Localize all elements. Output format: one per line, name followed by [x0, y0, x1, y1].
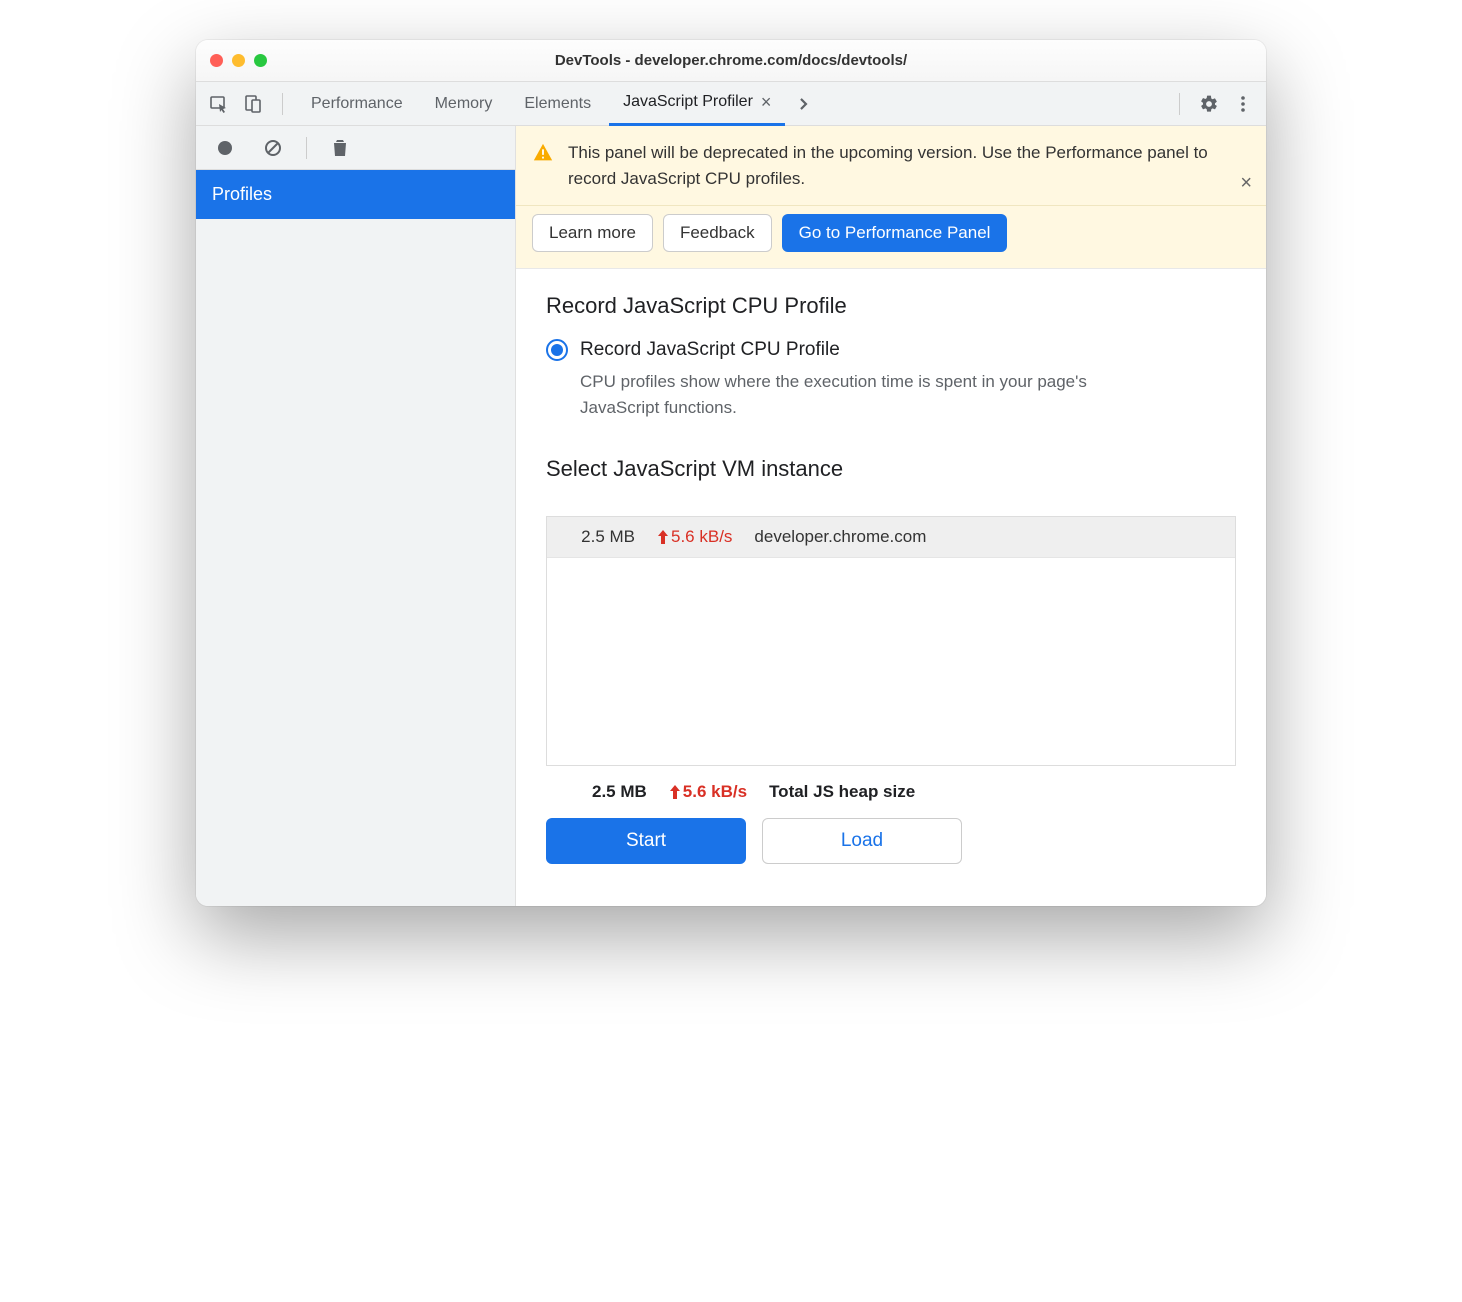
feedback-button[interactable]: Feedback [663, 214, 772, 252]
clear-icon[interactable] [258, 133, 288, 163]
toolbar-divider [282, 93, 283, 115]
device-toolbar-icon[interactable] [238, 89, 268, 119]
sidebar: Profiles [196, 126, 516, 906]
tab-label: Elements [524, 95, 591, 113]
toolbar-divider [1179, 93, 1180, 115]
close-banner-icon[interactable]: × [1240, 172, 1252, 195]
tab-performance[interactable]: Performance [297, 82, 417, 126]
arrow-up-icon [657, 530, 669, 544]
vm-instance-list: 2.5 MB 5.6 kB/s developer.chrome.com [546, 516, 1236, 766]
record-icon[interactable] [210, 133, 240, 163]
inspect-element-icon[interactable] [204, 89, 234, 119]
tab-label: Performance [311, 95, 403, 113]
vm-instance-row[interactable]: 2.5 MB 5.6 kB/s developer.chrome.com [547, 517, 1235, 558]
maximize-window-button[interactable] [254, 54, 267, 67]
tab-label: Memory [435, 95, 493, 113]
close-window-button[interactable] [210, 54, 223, 67]
more-tabs-icon[interactable] [789, 89, 819, 119]
vm-heading: Select JavaScript VM instance [546, 456, 1236, 482]
profile-heading: Record JavaScript CPU Profile [546, 293, 1236, 319]
deprecation-banner: This panel will be deprecated in the upc… [516, 126, 1266, 206]
vm-instance-name: developer.chrome.com [754, 527, 926, 547]
sidebar-item-label: Profiles [212, 184, 272, 204]
toolbar-divider [306, 137, 307, 159]
arrow-up-icon [669, 785, 681, 799]
learn-more-button[interactable]: Learn more [532, 214, 653, 252]
tab-label: JavaScript Profiler [623, 93, 753, 111]
settings-gear-icon[interactable] [1194, 89, 1224, 119]
vm-heap-rate: 5.6 kB/s [657, 527, 732, 547]
more-options-icon[interactable] [1228, 89, 1258, 119]
load-button[interactable]: Load [762, 818, 962, 864]
devtools-window: DevTools - developer.chrome.com/docs/dev… [196, 40, 1266, 906]
total-heap-size: 2.5 MB [592, 782, 647, 802]
profile-type-radio[interactable]: Record JavaScript CPU Profile [546, 339, 1236, 361]
main-toolbar: Performance Memory Elements JavaScript P… [196, 82, 1266, 126]
minimize-window-button[interactable] [232, 54, 245, 67]
sidebar-item-profiles[interactable]: Profiles [196, 170, 515, 219]
window-title: DevTools - developer.chrome.com/docs/dev… [196, 52, 1266, 69]
profiler-body: Record JavaScript CPU Profile Record Jav… [516, 269, 1266, 906]
heap-totals: 2.5 MB 5.6 kB/s Total JS heap size [546, 766, 1236, 818]
vm-heap-size: 2.5 MB [565, 527, 635, 547]
total-heap-rate: 5.6 kB/s [669, 782, 747, 802]
banner-actions: Learn more Feedback Go to Performance Pa… [516, 206, 1266, 269]
content-area: Profiles This panel will be deprecated i… [196, 126, 1266, 906]
main-panel: This panel will be deprecated in the upc… [516, 126, 1266, 906]
radio-icon [546, 339, 568, 361]
tab-memory[interactable]: Memory [421, 82, 507, 126]
banner-text: This panel will be deprecated in the upc… [568, 140, 1250, 191]
titlebar: DevTools - developer.chrome.com/docs/dev… [196, 40, 1266, 82]
action-buttons: Start Load [546, 818, 1236, 878]
total-heap-label: Total JS heap size [769, 782, 915, 802]
delete-icon[interactable] [325, 133, 355, 163]
radio-label: Record JavaScript CPU Profile [580, 339, 840, 361]
warning-icon [532, 142, 554, 164]
start-button[interactable]: Start [546, 818, 746, 864]
profile-description: CPU profiles show where the execution ti… [580, 369, 1140, 420]
tab-elements[interactable]: Elements [510, 82, 605, 126]
close-tab-icon[interactable]: × [761, 92, 772, 113]
sidebar-toolbar [196, 126, 515, 170]
traffic-lights [210, 54, 267, 67]
goto-performance-button[interactable]: Go to Performance Panel [782, 214, 1008, 252]
tab-javascript-profiler[interactable]: JavaScript Profiler × [609, 82, 785, 126]
